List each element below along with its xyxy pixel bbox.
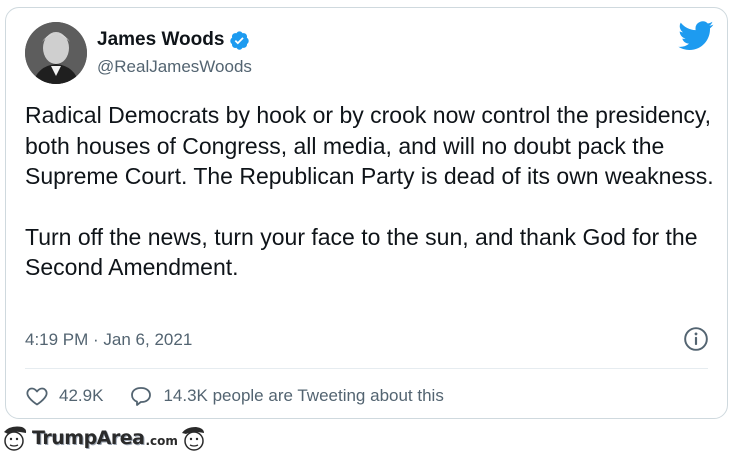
tweet-card: James Woods @RealJamesWoods Radical Demo…: [5, 7, 728, 419]
tweet-text: Radical Democrats by hook or by crook no…: [25, 100, 715, 283]
conversation-link[interactable]: 14.3K people are Tweeting about this: [129, 384, 444, 408]
tweet-paragraph: Turn off the news, turn your face to the…: [25, 223, 698, 281]
user-handle[interactable]: @RealJamesWoods: [97, 57, 252, 77]
display-name[interactable]: James Woods: [97, 29, 250, 51]
watermark-suffix: .com: [145, 433, 178, 448]
like-button[interactable]: 42.9K: [25, 384, 103, 408]
avatar[interactable]: [25, 22, 87, 84]
display-name-text: James Woods: [97, 29, 225, 50]
divider: [25, 368, 708, 369]
tweet-timestamp[interactable]: 4:19 PM · Jan 6, 2021: [25, 330, 192, 350]
site-watermark: TrumpArea .com: [0, 424, 230, 452]
speech-bubble-icon: [131, 387, 152, 406]
heart-icon: [26, 387, 48, 406]
twitter-bird-icon[interactable]: [678, 21, 714, 51]
cartoon-face-icon: [4, 426, 27, 451]
verified-badge-icon: [230, 30, 250, 50]
conversation-text: 14.3K people are Tweeting about this: [163, 386, 444, 405]
avatar-image: [25, 22, 87, 84]
info-icon[interactable]: [683, 326, 709, 352]
tweet-actions: 42.9K 14.3K people are Tweeting about th…: [25, 381, 444, 411]
cartoon-face-icon: [181, 427, 204, 451]
like-count: 42.9K: [59, 386, 104, 405]
tweet-paragraph: Radical Democrats by hook or by crook no…: [25, 102, 714, 189]
watermark-brand: TrumpArea: [32, 427, 145, 449]
